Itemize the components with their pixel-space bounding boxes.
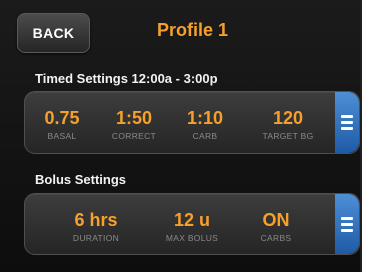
max-bolus-label: MAX BOLUS: [165, 233, 219, 243]
duration-label: DURATION: [72, 233, 120, 243]
timed-settings-menu-button[interactable]: [335, 92, 359, 153]
target-bg-value: 120: [272, 108, 304, 128]
duration-value: 6 hrs: [74, 210, 118, 230]
basal-setting: 0.75 BASAL: [39, 108, 85, 142]
target-bg-label: TARGET BG: [262, 131, 314, 141]
max-bolus-setting: 12 u MAX BOLUS: [155, 210, 229, 244]
timed-settings-label: Timed Settings 12:00a - 3:00p: [35, 71, 218, 86]
back-button[interactable]: BACK: [17, 13, 90, 53]
carb-value: 1:10: [186, 108, 224, 128]
menu-icon: [341, 115, 353, 130]
correct-setting: 1:50 CORRECT: [102, 108, 166, 142]
timed-settings-card[interactable]: 0.75 BASAL 1:50 CORRECT 1:10 CARB 120 TA…: [24, 91, 360, 154]
profile-screen: BACK Profile 1 Timed Settings 12:00a - 3…: [0, 0, 362, 272]
target-bg-setting: 120 TARGET BG: [251, 108, 325, 142]
bolus-settings-menu-button[interactable]: [335, 194, 359, 254]
bolus-settings-card[interactable]: 6 hrs DURATION 12 u MAX BOLUS ON CARBS: [24, 193, 360, 255]
carb-setting: 1:10 CARB: [180, 108, 230, 142]
page-title: Profile 1: [156, 20, 229, 40]
basal-label: BASAL: [47, 131, 77, 141]
carb-label: CARB: [192, 131, 218, 141]
carbs-value: ON: [262, 210, 290, 230]
duration-setting: 6 hrs DURATION: [63, 210, 129, 244]
correct-value: 1:50: [115, 108, 153, 128]
basal-value: 0.75: [44, 108, 80, 128]
correct-label: CORRECT: [111, 131, 157, 141]
carbs-label: CARBS: [260, 233, 292, 243]
carbs-setting: ON CARBS: [251, 210, 301, 244]
bolus-settings-label: Bolus Settings: [35, 172, 127, 187]
menu-icon: [341, 216, 353, 232]
max-bolus-value: 12 u: [173, 210, 211, 230]
